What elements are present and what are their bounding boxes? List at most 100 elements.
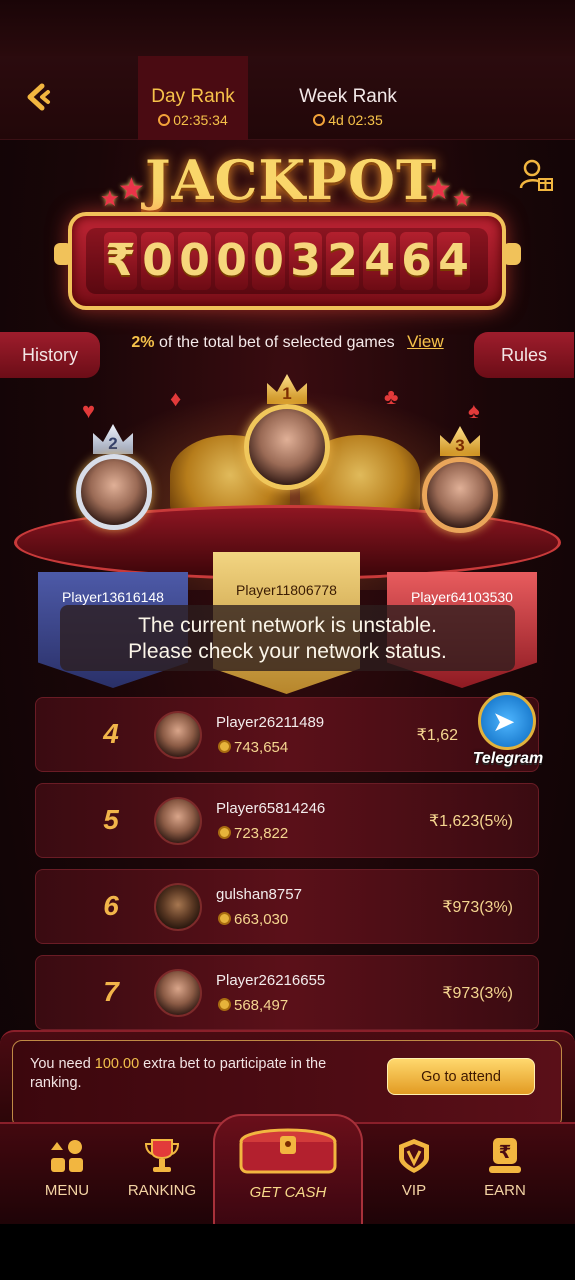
avatar	[154, 797, 202, 845]
rank-row[interactable]: 7 Player26216655 568,497 ₹973(3%)	[35, 955, 539, 1030]
coin-icon	[218, 826, 231, 839]
rank-header: Day Rank 02:35:34 Week Rank 4d 02:35	[0, 56, 575, 140]
jackpot-amount: ₹ 0 0 0 0 3 2 4 6 4	[86, 228, 488, 294]
player-prize: ₹1,62	[416, 727, 458, 744]
avatar-rank-3[interactable]	[422, 457, 498, 533]
go-to-attend-button[interactable]: Go to attend	[387, 1058, 535, 1095]
user-gift-icon[interactable]	[518, 158, 554, 194]
avatar	[154, 883, 202, 931]
jackpot-digit: 3	[289, 232, 322, 290]
toast-line-1: The current network is unstable.	[138, 614, 437, 637]
player-score: 743,654	[218, 739, 288, 756]
system-bar	[0, 1224, 575, 1280]
rank-number: 4	[103, 718, 119, 749]
jackpot-digit: 2	[326, 232, 359, 290]
nav-earn-label: EARN	[484, 1182, 526, 1199]
telegram-label: Telegram	[472, 750, 544, 767]
rank-number: 6	[103, 890, 119, 921]
reel-knob-left	[54, 243, 72, 265]
tab-week-rank[interactable]: Week Rank 4d 02:35	[293, 56, 403, 140]
player-prize: ₹973(3%)	[442, 985, 513, 1002]
vip-shield-icon	[399, 1139, 429, 1173]
score-value: 663,030	[234, 911, 289, 928]
player-name: Player65814246	[216, 800, 326, 817]
podium-name-1: Player11806778	[236, 582, 337, 598]
network-unstable-toast: The current network is unstable. Please …	[60, 605, 515, 671]
podium-name-3: Player64103530	[411, 589, 513, 605]
clock-icon	[158, 114, 171, 126]
podium-rank-2: 2	[108, 434, 118, 453]
nav-ranking-label: RANKING	[127, 1182, 197, 1199]
attend-text-pre: You need	[30, 1056, 95, 1072]
podium-name-2: Player13616148	[62, 589, 164, 605]
jackpot-digit: 0	[141, 232, 174, 290]
star-icon: ★	[452, 186, 472, 211]
treasure-chest-icon	[239, 1128, 337, 1174]
clock-icon	[313, 114, 326, 126]
player-name: gulshan8757	[216, 886, 302, 903]
reel-knob-right	[503, 243, 521, 265]
nav-earn[interactable]: ₹ EARN	[455, 1124, 555, 1226]
nav-menu-label: MENU	[44, 1182, 90, 1199]
user-gift-svg	[519, 159, 553, 191]
top-strip	[0, 0, 575, 56]
player-prize: ₹1,623(5%)	[429, 813, 513, 830]
nav-vip[interactable]: VIP	[364, 1124, 464, 1226]
coin-icon	[218, 998, 231, 1011]
podium-rank-1: 1	[282, 384, 292, 403]
nav-get-cash-label: GET CASH	[249, 1184, 327, 1201]
avatar-rank-1[interactable]	[244, 404, 330, 490]
club-suit-icon: ♣	[384, 384, 399, 409]
score-value: 723,822	[234, 825, 289, 842]
jackpot-digit: 0	[252, 232, 285, 290]
spade-suit-icon: ♠	[468, 398, 480, 423]
jackpot-digit: 6	[400, 232, 433, 290]
telegram-button[interactable]: ➤ Telegram	[470, 692, 546, 772]
podium-rank-3: 3	[455, 436, 465, 455]
tab-day-rank-timer: 02:35:34	[138, 112, 248, 128]
nav-vip-label: VIP	[401, 1182, 427, 1199]
player-prize: ₹973(3%)	[442, 899, 513, 916]
trophy-icon	[144, 1139, 180, 1172]
paper-plane-icon: ➤	[492, 706, 516, 737]
player-name: Player26216655	[216, 972, 326, 989]
app-root: Day Rank 02:35:34 Week Rank 4d 02:35 ★ ★…	[0, 0, 575, 1280]
week-rank-countdown: 4d 02:35	[328, 112, 383, 128]
avatar-rank-2[interactable]	[76, 454, 152, 530]
tab-week-rank-timer: 4d 02:35	[293, 112, 403, 128]
chevron-left-icon	[27, 83, 50, 111]
star-icon: ★	[118, 173, 145, 206]
score-value: 568,497	[234, 997, 289, 1014]
toast-line-2: Please check your network status.	[128, 640, 447, 663]
avatar	[154, 711, 202, 759]
rank-row[interactable]: 6 gulshan8757 663,030 ₹973(3%)	[35, 869, 539, 944]
nav-menu[interactable]: MENU	[17, 1124, 117, 1226]
avatar	[154, 969, 202, 1017]
jackpot-title: JACKPOT	[145, 148, 438, 212]
jackpot-share-text: of the total bet of selected games	[158, 334, 395, 351]
currency-symbol: ₹	[104, 232, 137, 290]
jackpot-share-note: 2% of the total bet of selected games Vi…	[0, 332, 575, 352]
coin-icon	[218, 912, 231, 925]
svg-text:₹: ₹	[499, 1142, 512, 1163]
attend-amount: 100.00	[94, 1056, 140, 1072]
jackpot-share-pct: 2%	[131, 334, 155, 351]
star-icon: ★	[100, 186, 120, 211]
player-score: 663,030	[218, 911, 288, 928]
nav-ranking[interactable]: RANKING	[112, 1124, 212, 1226]
rupee-coin-icon: ₹	[489, 1138, 521, 1173]
rank-row[interactable]: 5 Player65814246 723,822 ₹1,623(5%)	[35, 783, 539, 858]
back-button[interactable]	[20, 80, 54, 114]
tab-day-rank[interactable]: Day Rank 02:35:34	[138, 56, 248, 140]
nav-get-cash[interactable]: GET CASH	[213, 1114, 363, 1226]
player-score: 568,497	[218, 997, 288, 1014]
day-rank-countdown: 02:35:34	[173, 112, 228, 128]
diamond-suit-icon: ♦	[170, 386, 182, 411]
rank-number: 5	[103, 804, 119, 835]
tab-week-rank-label: Week Rank	[299, 86, 397, 107]
rank-number: 7	[103, 976, 119, 1007]
jackpot-digit: 0	[178, 232, 211, 290]
view-link[interactable]: View	[407, 332, 444, 351]
score-value: 743,654	[234, 739, 289, 756]
attend-message: You need 100.00 extra bet to participate…	[30, 1055, 370, 1093]
